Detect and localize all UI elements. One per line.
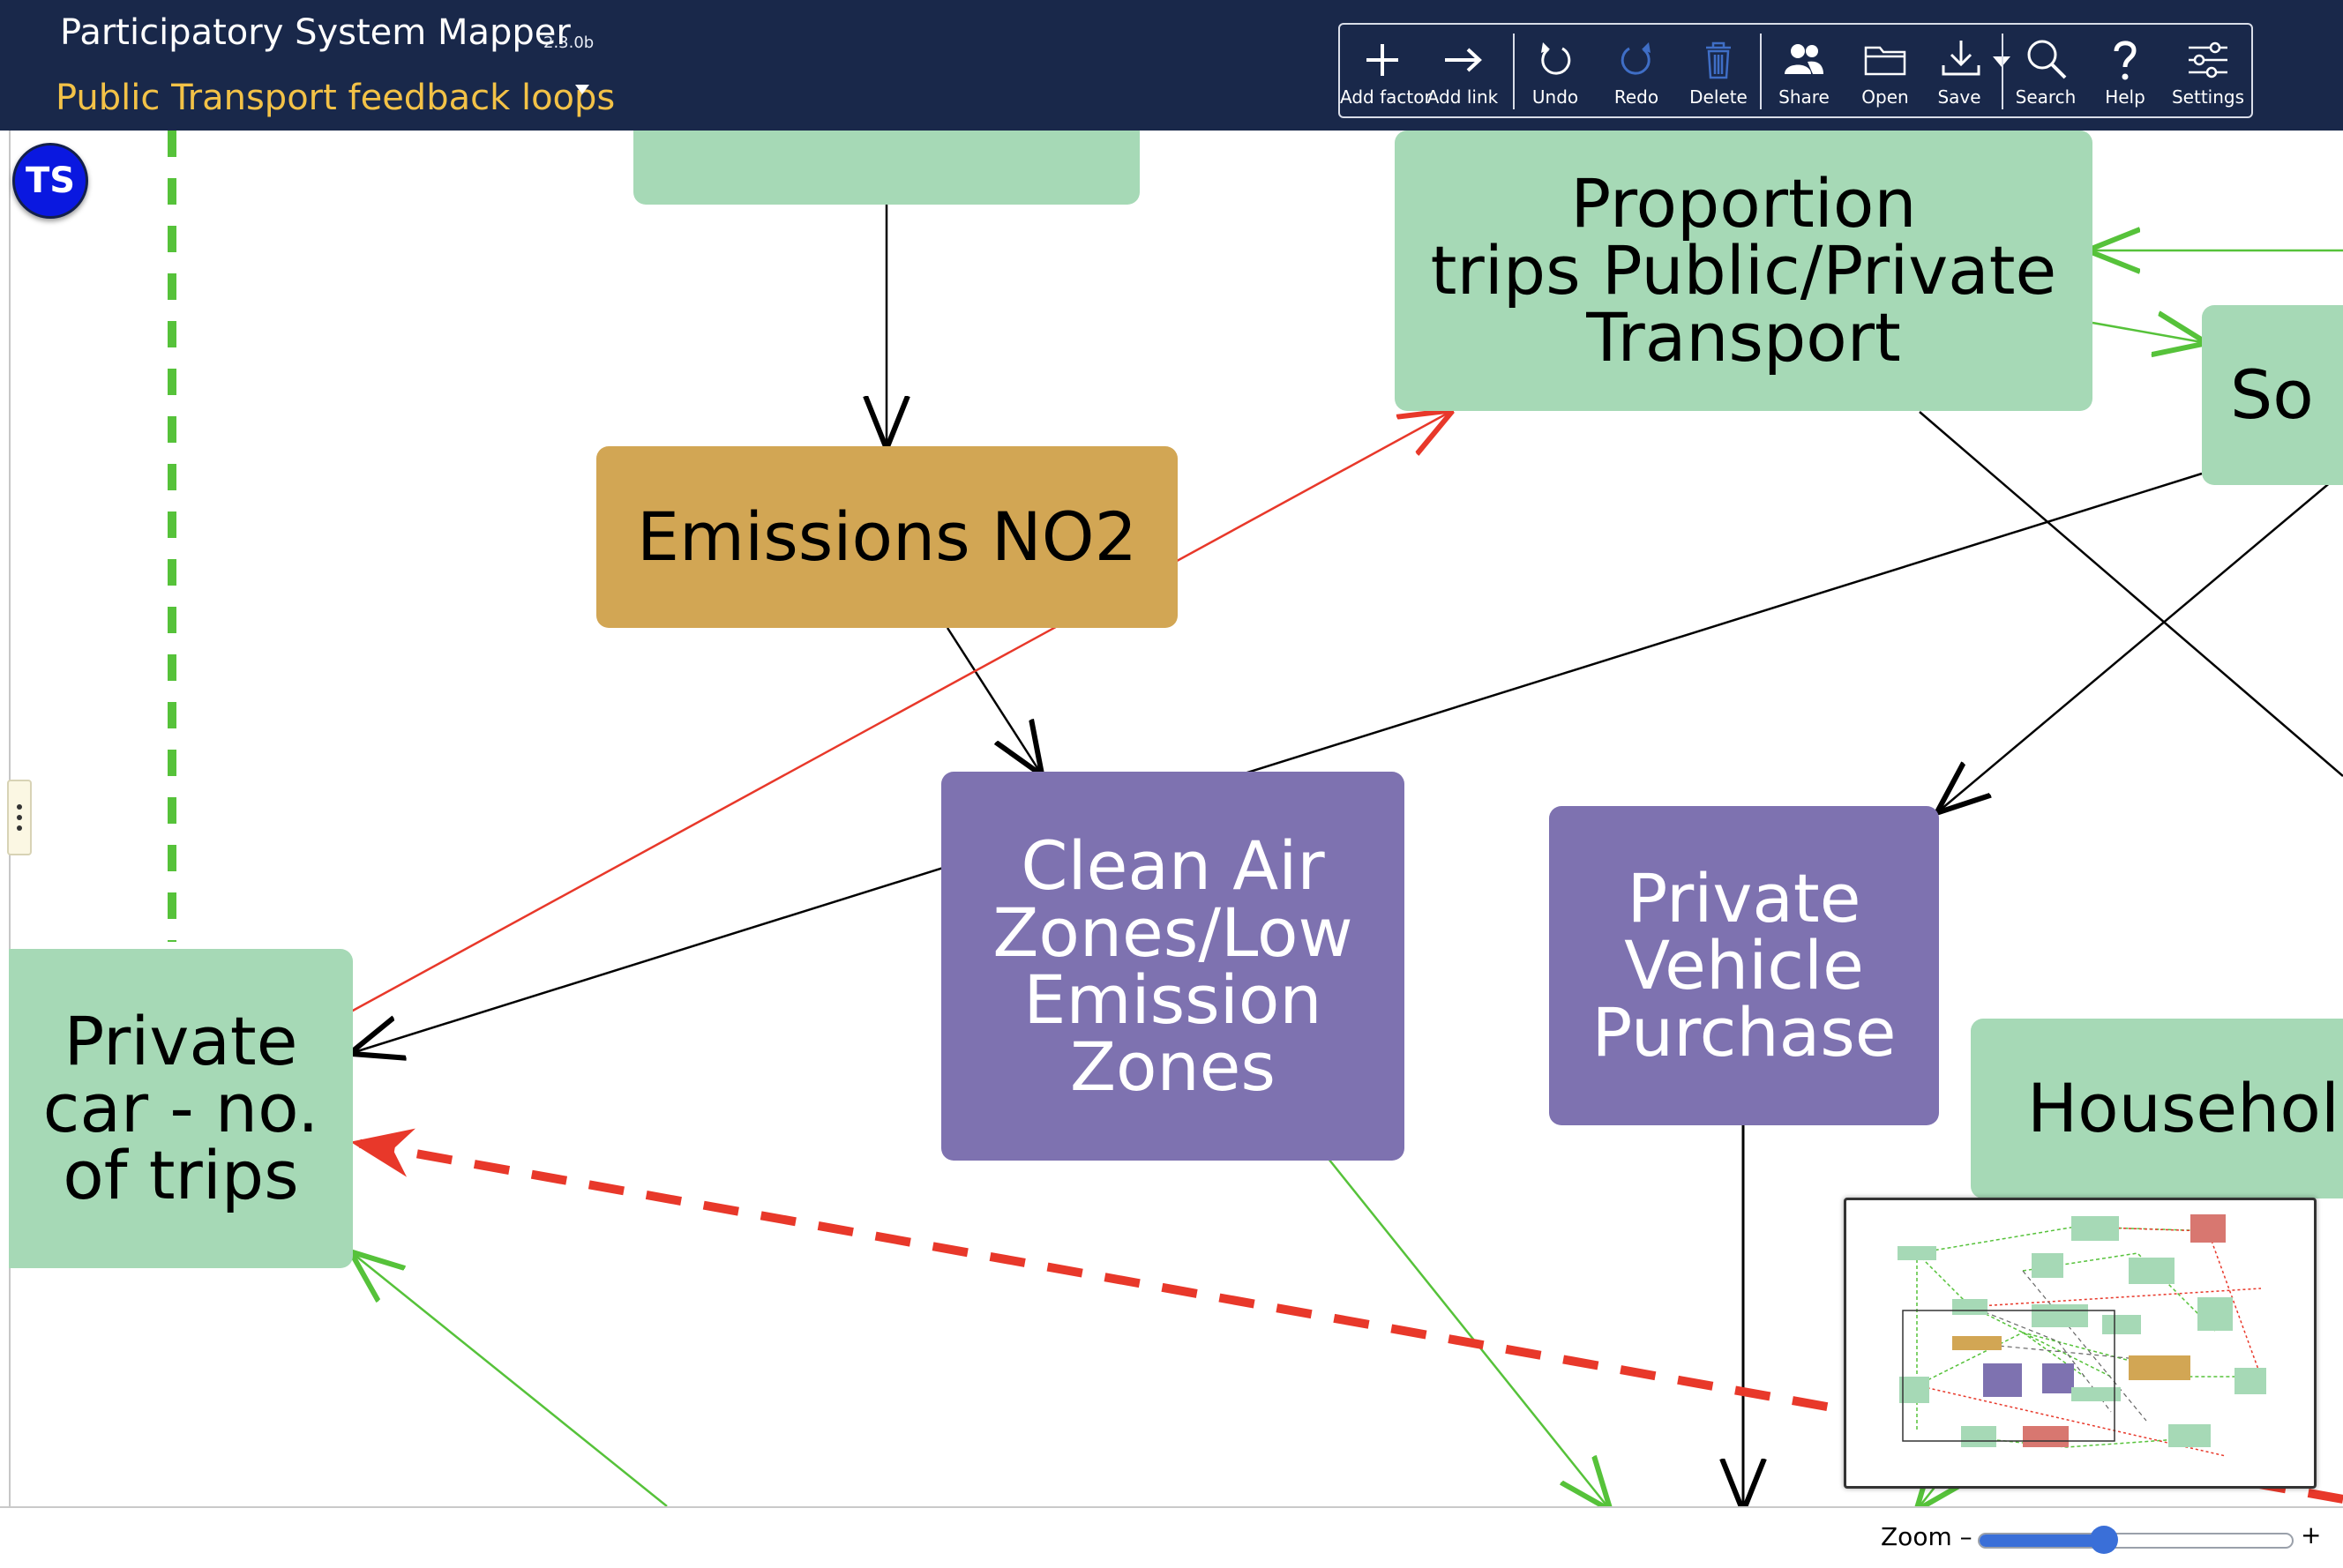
users-icon	[1785, 44, 1823, 74]
top-navbar: Participatory System Mapper 2.3.0b Publi…	[0, 0, 2343, 131]
factor-label-line: of trips	[63, 1136, 299, 1214]
share-label: Share	[1778, 86, 1830, 108]
factor-node-emissions[interactable]: Emissions NO2	[596, 446, 1178, 628]
factor-node-household[interactable]: Househol	[1971, 1019, 2343, 1198]
undo-icon	[1541, 42, 1571, 75]
delete-button[interactable]: Delete	[1679, 25, 1758, 116]
settings-button[interactable]: Settings	[2164, 25, 2252, 116]
sliders-icon	[2189, 41, 2227, 78]
map-canvas[interactable]: Proportion trips Public/Private Transpor…	[0, 131, 2343, 1506]
factor-node-so[interactable]: So	[2202, 305, 2343, 485]
app-title: Participatory System Mapper	[60, 12, 571, 53]
add-factor-label: Add factor	[1340, 86, 1432, 108]
share-button[interactable]: Share	[1763, 25, 1845, 116]
download-icon	[1942, 41, 1980, 76]
navigator-minimap[interactable]	[1844, 1198, 2317, 1489]
factor-node-top[interactable]	[633, 131, 1140, 205]
zoom-slider-thumb[interactable]	[2090, 1526, 2119, 1554]
factor-label-line: Zones	[1069, 1027, 1276, 1106]
link-emissions-to-cleanair	[946, 627, 1039, 771]
factor-label-line: Emission	[1023, 959, 1322, 1039]
help-label: Help	[2105, 86, 2145, 108]
caret-down-icon[interactable]	[575, 85, 589, 94]
factor-label: So	[2230, 355, 2314, 434]
undo-label: Undo	[1531, 86, 1579, 108]
zoom-slider[interactable]	[1978, 1533, 2294, 1549]
factor-label-line: Clean Air	[1021, 825, 1325, 905]
factor-node-clean-air[interactable]: Clean Air Zones/Low Emission Zones	[941, 772, 1404, 1161]
settings-label: Settings	[2171, 86, 2245, 108]
toolbar-divider	[1760, 34, 1762, 109]
factor-label-line: Transport	[1586, 298, 1901, 377]
search-button[interactable]: Search	[2005, 25, 2086, 116]
plus-icon	[1366, 44, 1398, 76]
factor-node-private-car[interactable]: Private car - no. of trips	[9, 949, 353, 1268]
link-right-to-vehicle	[1941, 471, 2343, 810]
factor-label: Househol	[2027, 1069, 2339, 1147]
factor-node-proportion[interactable]: Proportion trips Public/Private Transpor…	[1395, 131, 2092, 411]
factor-label: Emissions NO2	[637, 497, 1137, 576]
undo-button[interactable]: Undo	[1516, 25, 1594, 116]
zoom-in-label[interactable]: +	[2301, 1520, 2321, 1549]
link-proportion-to-so	[2092, 323, 2202, 342]
add-factor-button[interactable]: Add factor	[1340, 25, 1432, 116]
factor-node-private-vehicle[interactable]: Private Vehicle Purchase	[1549, 806, 1939, 1125]
side-panel-handle[interactable]	[7, 780, 32, 855]
redo-icon	[1621, 42, 1651, 75]
user-avatar[interactable]: TS	[12, 143, 88, 219]
help-button[interactable]: Help	[2086, 25, 2164, 116]
link-cleanair-down	[1328, 1158, 1607, 1506]
factor-label-line: Proportion	[1570, 164, 1917, 243]
factor-label-line: Private	[64, 1002, 298, 1080]
zoom-label: Zoom –	[1881, 1522, 1972, 1551]
factor-label-line: car - no.	[42, 1069, 319, 1147]
factor-label-line: Private	[1627, 859, 1861, 937]
link-bottom-to-car	[355, 1255, 668, 1506]
status-bar: Zoom – +	[0, 1506, 2343, 1568]
trash-icon	[1706, 41, 1731, 79]
map-title-dropdown[interactable]: Public Transport feedback loops	[56, 78, 615, 118]
minimap-overview	[1898, 1214, 2266, 1457]
zoom-slider-fill	[1980, 1534, 2107, 1547]
redo-button[interactable]: Redo	[1596, 25, 1677, 116]
factor-label-line: Zones/Low	[992, 892, 1353, 972]
factor-label-line: trips Public/Private	[1430, 231, 2057, 310]
factor-label-line: Vehicle	[1624, 926, 1864, 1004]
open-button[interactable]: Open	[1846, 25, 1924, 116]
add-link-label: Add link	[1426, 86, 1499, 108]
add-link-button[interactable]: Add link	[1425, 25, 1501, 116]
toolbar-divider	[1513, 34, 1515, 109]
arrow-right-icon	[1445, 48, 1482, 72]
redo-label: Redo	[1613, 86, 1659, 108]
search-icon	[2027, 40, 2067, 79]
app-version: 2.3.0b	[543, 34, 595, 52]
open-label: Open	[1861, 86, 1909, 108]
question-icon	[2114, 41, 2137, 80]
save-button[interactable]: Save	[1926, 25, 2014, 116]
toolbar: Add factor Add link Undo Redo Delete Sha…	[1338, 23, 2253, 118]
factor-label-line: Purchase	[1591, 993, 1897, 1071]
search-label: Search	[2015, 86, 2077, 108]
save-label: Save	[1937, 86, 1981, 108]
folder-icon	[1864, 46, 1906, 76]
toolbar-divider	[2002, 34, 2003, 109]
delete-label: Delete	[1689, 86, 1748, 108]
